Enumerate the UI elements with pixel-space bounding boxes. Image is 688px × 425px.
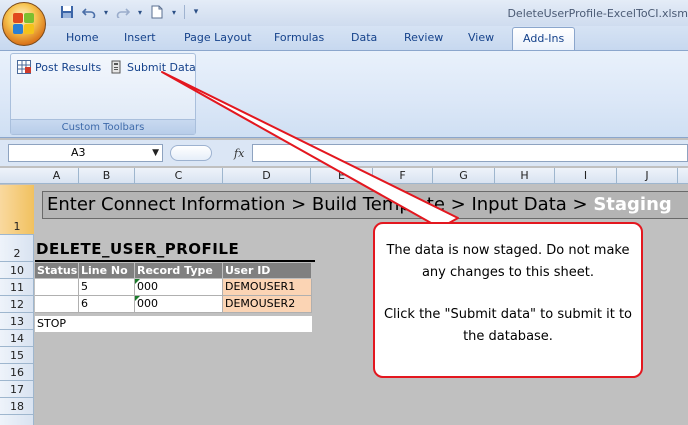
banner-current-step: Staging: [593, 194, 672, 215]
table-cell[interactable]: [35, 279, 79, 296]
text-number-indicator: [135, 279, 140, 284]
office-button[interactable]: [2, 2, 46, 46]
row-headers: 1 2 10 11 12 13 14 15 16 17 18: [0, 185, 34, 425]
office-logo-icon: [13, 13, 35, 35]
table-header[interactable]: Line No: [79, 263, 135, 278]
table-cell[interactable]: DEMOUSER1: [223, 279, 312, 296]
instruction-callout: The data is now staged. Do not make any …: [373, 222, 643, 378]
post-results-label: Post Results: [35, 60, 102, 74]
row-header[interactable]: 12: [0, 296, 34, 313]
redo-icon[interactable]: [114, 4, 132, 20]
row-header[interactable]: 1: [0, 185, 34, 235]
name-box[interactable]: A3 ▼: [8, 144, 163, 162]
customize-qat-icon[interactable]: ▾: [191, 4, 201, 20]
column-header[interactable]: B: [79, 168, 135, 184]
column-header[interactable]: C: [135, 168, 223, 184]
name-box-value: A3: [71, 146, 86, 159]
column-header[interactable]: A: [35, 168, 79, 184]
name-box-dropdown-icon[interactable]: ▼: [152, 145, 159, 161]
column-headers: A B C D E F G H I J: [0, 168, 688, 184]
row-header[interactable]: 17: [0, 381, 34, 398]
custom-toolbars-group: Post Results Submit Data Custom Toolbars: [10, 53, 196, 135]
text-number-indicator: [135, 296, 140, 301]
table-header[interactable]: Status: [35, 263, 79, 278]
quick-access-toolbar: ▾ ▾ ▾ ▾: [58, 4, 201, 20]
stop-cell[interactable]: STOP: [35, 316, 312, 332]
title-divider: [35, 260, 315, 262]
row-header[interactable]: 16: [0, 364, 34, 381]
progress-banner: Enter Connect Information > Build Templa…: [42, 191, 688, 219]
table-cell[interactable]: 000: [135, 296, 223, 313]
table-cell[interactable]: [35, 296, 79, 313]
column-header[interactable]: D: [223, 168, 311, 184]
new-dropdown-icon[interactable]: ▾: [170, 4, 178, 20]
save-icon[interactable]: [58, 4, 76, 20]
redo-dropdown-icon[interactable]: ▾: [136, 4, 144, 20]
tab-view[interactable]: View: [468, 31, 494, 44]
table-header[interactable]: Record Type: [135, 263, 223, 278]
row-header[interactable]: 2: [0, 235, 34, 262]
formula-input[interactable]: [252, 144, 688, 162]
row-header[interactable]: 15: [0, 347, 34, 364]
table-header[interactable]: User ID: [223, 263, 312, 278]
new-document-icon[interactable]: [148, 4, 166, 20]
title-bar: ▾ ▾ ▾ ▾ DeleteUserProfile-ExcelToCI.xlsm: [0, 0, 688, 46]
group-label: Custom Toolbars: [11, 119, 195, 134]
tab-page-layout[interactable]: Page Layout: [184, 31, 252, 44]
row-header[interactable]: 14: [0, 330, 34, 347]
submit-data-icon: [109, 60, 123, 74]
ribbon-tabs: Home Insert Page Layout Formulas Data Re…: [0, 26, 688, 51]
submit-data-button[interactable]: Submit Data: [109, 60, 196, 74]
formula-controls: fx: [168, 144, 250, 162]
sheet-title: DELETE_USER_PROFILE: [36, 240, 240, 258]
callout-text-staged: The data is now staged. Do not make any …: [386, 243, 630, 280]
row-header[interactable]: 18: [0, 398, 34, 415]
cell-value: 000: [137, 280, 158, 293]
tab-review[interactable]: Review: [404, 31, 443, 44]
post-results-button[interactable]: Post Results: [17, 60, 101, 74]
qat-separator: [184, 5, 185, 19]
table-cell[interactable]: 6: [79, 296, 135, 313]
post-results-icon: [17, 60, 31, 74]
insert-function-icon[interactable]: fx: [234, 147, 244, 160]
undo-dropdown-icon[interactable]: ▾: [102, 4, 110, 20]
table-cell[interactable]: DEMOUSER2: [223, 296, 312, 313]
banner-steps: Enter Connect Information > Build Templa…: [47, 194, 594, 215]
submit-data-label: Submit Data: [127, 60, 196, 74]
tab-data[interactable]: Data: [351, 31, 377, 44]
column-header[interactable]: I: [555, 168, 617, 184]
row-header[interactable]: 10: [0, 262, 34, 279]
formula-bar: A3 ▼ fx: [0, 140, 688, 166]
ribbon-panel: Post Results Submit Data Custom Toolbars: [0, 50, 688, 138]
tab-insert[interactable]: Insert: [124, 31, 156, 44]
row-header[interactable]: 13: [0, 313, 34, 330]
tab-formulas[interactable]: Formulas: [274, 31, 324, 44]
window-title: DeleteUserProfile-ExcelToCI.xlsm: [507, 7, 688, 20]
formula-bar-expander[interactable]: [170, 145, 212, 161]
column-header[interactable]: G: [433, 168, 495, 184]
column-header[interactable]: H: [495, 168, 555, 184]
undo-icon[interactable]: [80, 4, 98, 20]
row-header[interactable]: 11: [0, 279, 34, 296]
cell-value: 000: [137, 297, 158, 310]
tab-home[interactable]: Home: [66, 31, 98, 44]
column-header[interactable]: E: [311, 168, 373, 184]
callout-text-submit: Click the "Submit data" to submit it to …: [383, 307, 633, 344]
table-cell[interactable]: 000: [135, 279, 223, 296]
tab-add-ins[interactable]: Add-Ins: [512, 27, 576, 51]
table-cell[interactable]: 5: [79, 279, 135, 296]
column-header[interactable]: J: [617, 168, 678, 184]
column-header[interactable]: F: [373, 168, 433, 184]
